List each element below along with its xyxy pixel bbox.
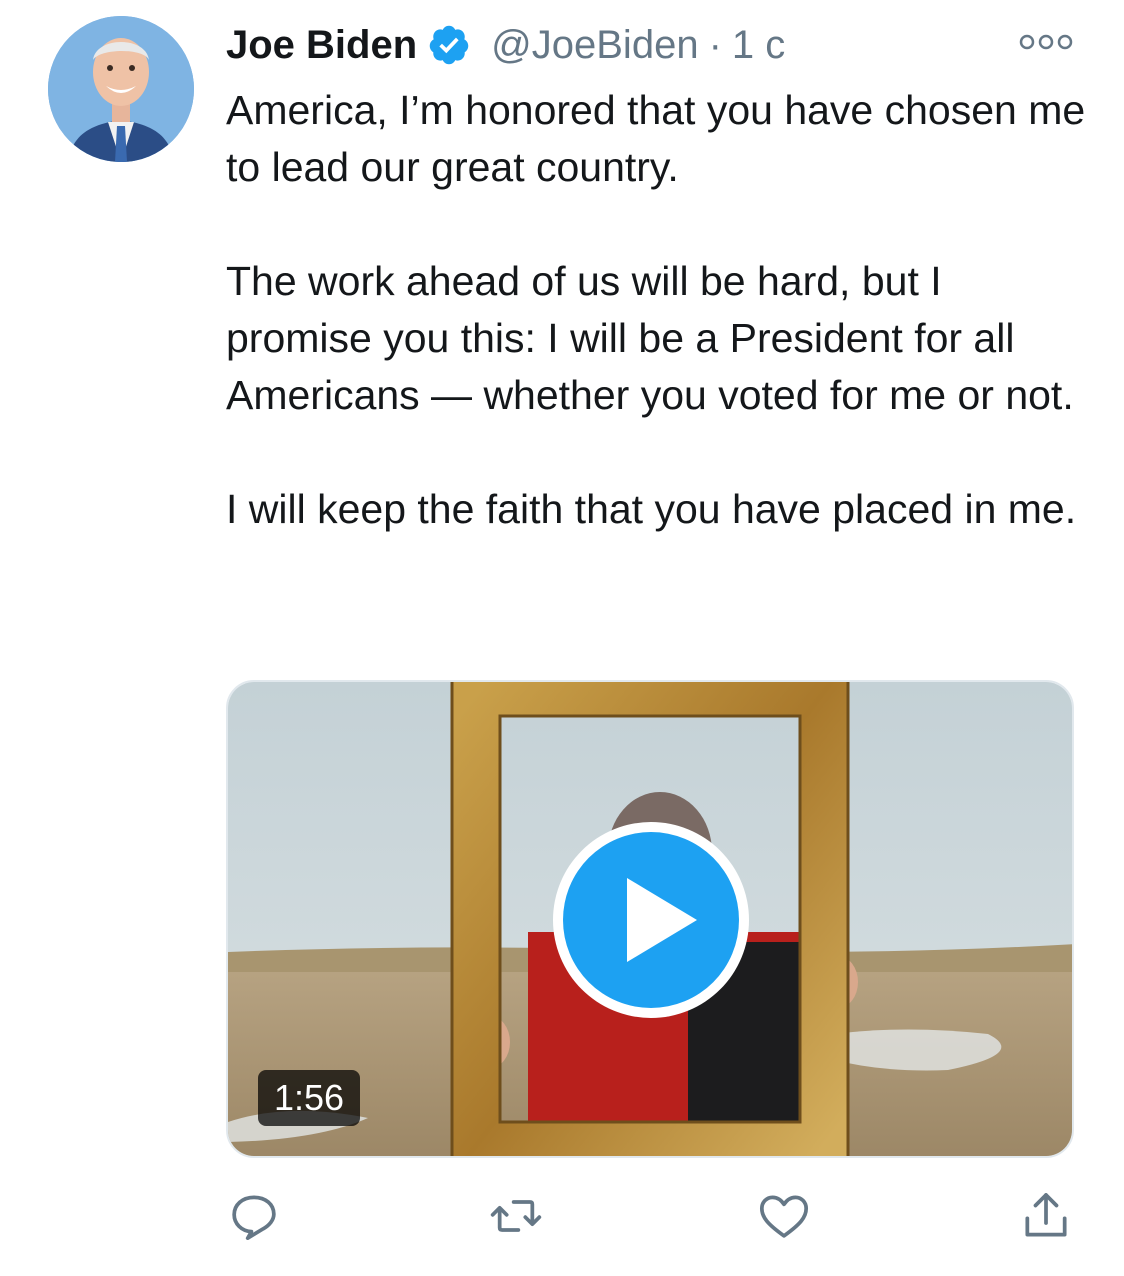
more-options-icon[interactable] [1018, 30, 1074, 54]
verified-badge-icon [427, 23, 471, 67]
avatar-photo [48, 16, 194, 162]
tweet-paragraph: The work ahead of us will be hard, but I… [226, 258, 1074, 418]
separator-dot: · [708, 23, 722, 67]
like-icon[interactable] [756, 1188, 812, 1244]
author-name[interactable]: Joe Biden [226, 20, 417, 70]
tweet-paragraph: America, I’m honored that you have chose… [226, 87, 1086, 190]
video-duration-badge: 1:56 [258, 1070, 361, 1126]
avatar[interactable] [48, 16, 194, 162]
retweet-icon[interactable] [488, 1188, 544, 1244]
author-handle[interactable]: @JoeBiden [491, 20, 698, 70]
tweet-time[interactable]: 1 c [732, 20, 785, 70]
tweet-paragraph: I will keep the faith that you have plac… [226, 486, 1077, 532]
play-icon[interactable] [551, 820, 751, 1020]
tweet-actions [0, 1188, 1124, 1248]
tweet-text: America, I’m honored that you have chose… [226, 82, 1086, 538]
video-player[interactable]: 1:56 [226, 680, 1074, 1158]
tweet-header: Joe Biden @JoeBiden · 1 c [226, 20, 785, 70]
share-icon[interactable] [1018, 1188, 1074, 1244]
reply-icon[interactable] [226, 1188, 282, 1244]
